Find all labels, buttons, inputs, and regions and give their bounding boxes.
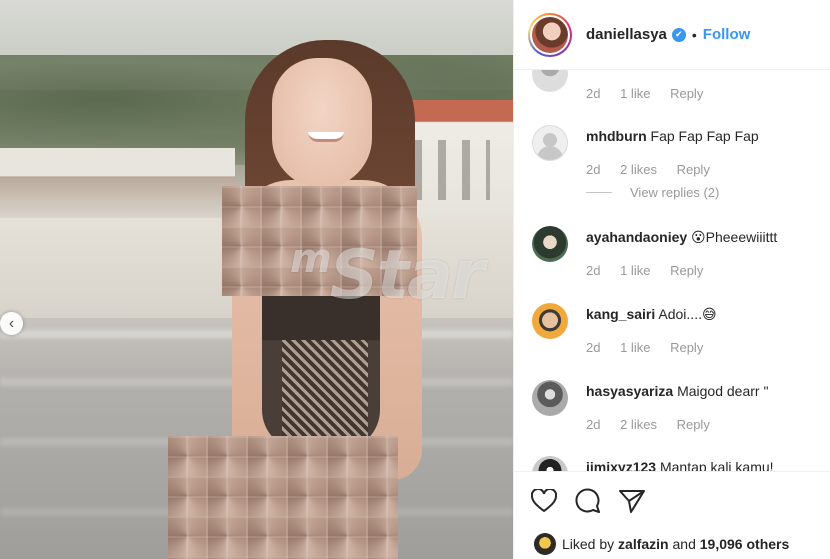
commenter-avatar[interactable]	[532, 226, 568, 262]
profile-avatar-border	[530, 14, 570, 55]
likes-others-count[interactable]: 19,096 others	[700, 536, 790, 552]
liker-avatar[interactable]	[534, 533, 556, 555]
reply-button[interactable]: Reply	[670, 263, 703, 278]
comment-username[interactable]: hasyasyariza	[586, 383, 673, 399]
comment-body: Adoi....😅	[658, 306, 717, 322]
comment-text: jimixyz123 Mantap kali kamu!	[586, 459, 774, 471]
comment-username[interactable]: mhdburn	[586, 128, 647, 144]
post-photo[interactable]: mStar ‹	[0, 0, 513, 559]
post-username[interactable]: daniellasya	[586, 26, 667, 43]
comment-meta: 2d 2 likes Reply	[586, 162, 726, 177]
comment-meta: 2d 1 like Reply	[586, 340, 719, 355]
view-replies-button[interactable]: View replies (2)	[586, 185, 719, 200]
comment-body: Fap Fap Fap Fap	[650, 128, 759, 144]
comment-username[interactable]: ayahandaoniey	[586, 229, 687, 245]
share-icon[interactable]	[618, 487, 646, 515]
likes-conjunction: and	[672, 536, 696, 552]
comment-body: Maigod dearr "	[677, 383, 769, 399]
comment-age: 2d	[586, 340, 601, 355]
comment-text: ayahandaoniey 😮Pheeewiiittt	[586, 229, 777, 246]
commenter-avatar[interactable]	[532, 380, 568, 416]
post-header: daniellasya ✔ • Follow	[514, 0, 830, 70]
photo-beach-building	[0, 148, 235, 218]
commenter-avatar[interactable]	[532, 456, 568, 471]
commenter-avatar[interactable]	[532, 303, 568, 339]
comment-likes[interactable]: 2 likes	[620, 162, 657, 177]
comment-likes[interactable]: 1 like	[620, 263, 650, 278]
reply-button[interactable]: Reply	[670, 86, 703, 101]
reply-button[interactable]: Reply	[670, 340, 703, 355]
photo-person-face	[272, 58, 372, 188]
comment-likes[interactable]: 2 likes	[620, 417, 657, 432]
default-avatar-icon[interactable]	[532, 125, 568, 161]
censor-pixelation-bottom	[168, 436, 398, 559]
comment-body: Mantap kali kamu!	[659, 459, 774, 471]
likes-summary: Liked by zalfazin and 19,096 others	[514, 529, 830, 559]
comment-username[interactable]: kang_sairi	[586, 306, 655, 322]
comment-age: 2d	[586, 86, 601, 101]
liker-username[interactable]: zalfazin	[618, 536, 669, 552]
follow-button[interactable]: Follow	[703, 26, 751, 43]
reply-button[interactable]: Reply	[677, 162, 710, 177]
verified-badge-icon: ✔	[671, 27, 686, 42]
comment-username[interactable]: jimixyz123	[586, 459, 656, 471]
comment-meta: 2d 1 like Reply	[586, 263, 719, 278]
comment-meta: 2d 1 like Reply	[586, 86, 719, 101]
profile-avatar-image	[532, 16, 568, 53]
heart-icon[interactable]	[530, 487, 558, 515]
commenter-avatar[interactable]	[532, 70, 568, 92]
mstar-watermark: mStar	[290, 236, 485, 315]
comment-likes[interactable]: 1 like	[620, 340, 650, 355]
comment-age: 2d	[586, 263, 601, 278]
photo-person-smile	[308, 132, 344, 142]
comments-list[interactable]: 2d 1 like Reply mhdburn Fap Fap Fap Fap …	[514, 70, 830, 471]
comment-likes[interactable]: 1 like	[620, 86, 650, 101]
post-actions-bar	[514, 471, 830, 529]
instagram-post: mStar ‹ daniellasya ✔ • Follow 2d 1 like…	[0, 0, 830, 559]
photo-swimsuit-lace	[282, 340, 368, 440]
comment-age: 2d	[586, 417, 601, 432]
separator-dot: •	[691, 26, 697, 43]
view-replies-label: View replies (2)	[630, 185, 720, 200]
profile-avatar[interactable]	[528, 12, 572, 57]
comment-text: hasyasyariza Maigod dearr "	[586, 383, 768, 399]
reply-button[interactable]: Reply	[677, 417, 710, 432]
comment-text: mhdburn Fap Fap Fap Fap	[586, 128, 759, 144]
comment-age: 2d	[586, 162, 601, 177]
comment-icon[interactable]	[574, 487, 602, 515]
view-replies-line	[586, 192, 612, 193]
post-side-panel: daniellasya ✔ • Follow 2d 1 like Reply m…	[513, 0, 830, 559]
chevron-left-icon[interactable]: ‹	[0, 312, 23, 335]
likes-prefix: Liked by	[562, 536, 615, 552]
comment-body: 😮Pheeewiiittt	[691, 229, 778, 245]
comment-meta: 2d 2 likes Reply	[586, 417, 726, 432]
comment-text: kang_sairi Adoi....😅	[586, 306, 717, 323]
